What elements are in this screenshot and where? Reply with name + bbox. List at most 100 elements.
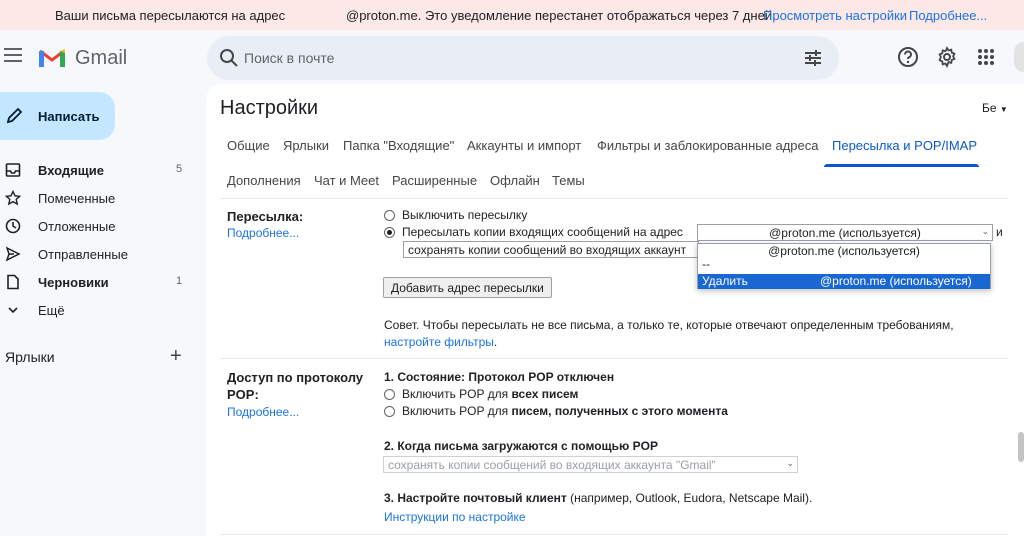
enable-pop-all-label: Включить POP для всех писем	[402, 387, 578, 401]
sidebar-item-inbox[interactable]: Входящие 5	[0, 158, 200, 182]
pop-client-line: 3. Настройте почтовый клиент (например, …	[384, 491, 812, 505]
caret-down-icon: ▼	[999, 105, 1008, 114]
pop-action-value: сохранять копии сообщений во входящих ак…	[388, 458, 716, 472]
sidebar-item-drafts[interactable]: Черновики 1	[0, 270, 200, 294]
active-tab-indicator	[824, 164, 979, 167]
banner-text-address: @proton.me. Это уведомление перестанет о…	[346, 8, 776, 23]
tab-general[interactable]: Общие	[227, 138, 270, 153]
pop-instructions-link[interactable]: Инструкции по настройке	[384, 510, 526, 524]
apps-grid-icon[interactable]	[975, 46, 997, 68]
sidebar-item-snoozed[interactable]: Отложенные	[0, 214, 200, 238]
account-avatar[interactable]	[1014, 42, 1024, 72]
search-bar[interactable]	[207, 36, 839, 80]
gmail-logo-text: Gmail	[75, 47, 128, 69]
tab-accounts-import[interactable]: Аккаунты и импорт	[467, 138, 581, 153]
tab-offline[interactable]: Офлайн	[490, 173, 540, 188]
add-label-button[interactable]: +	[170, 346, 182, 366]
sidebar-item-label: Ещё	[38, 303, 65, 318]
enable-forwarding-label: Пересылать копии входящих сообщений на а…	[402, 225, 683, 239]
forwarding-action-value: сохранять копии сообщений во входящих ак…	[408, 243, 687, 257]
pop-more-link[interactable]: Подробнее...	[227, 405, 299, 419]
settings-panel: Настройки Бе ▼ Общие Ярлыки Папка "Входя…	[206, 84, 1024, 536]
forwarding-section-label: Пересылка:	[227, 209, 304, 224]
create-filter-link[interactable]: настройте фильтры	[384, 335, 494, 349]
forwarding-action-select[interactable]: сохранять копии сообщений во входящих ак…	[403, 241, 699, 258]
chevron-down-icon: ⌄	[786, 458, 794, 468]
forwarding-notice-banner: Ваши письма пересылаются на адрес @proto…	[0, 0, 1024, 30]
tab-themes[interactable]: Темы	[552, 173, 585, 188]
main-menu-icon[interactable]	[4, 48, 22, 62]
tab-advanced[interactable]: Расширенные	[392, 173, 477, 188]
delete-address: @proton.me (используется)	[820, 274, 972, 288]
sidebar-item-label: Помеченные	[38, 191, 116, 206]
pop-now-prefix: Включить POP для	[402, 404, 509, 418]
search-input[interactable]	[244, 46, 784, 70]
search-options-icon[interactable]	[803, 48, 823, 68]
pop-all-bold: всех писем	[511, 387, 579, 401]
enable-forwarding-radio[interactable]	[384, 227, 395, 238]
search-icon[interactable]	[219, 48, 239, 68]
sidebar-item-label: Черновики	[38, 275, 109, 290]
banner-text: Ваши письма пересылаются на адрес	[55, 8, 286, 23]
tip-period: .	[493, 335, 498, 349]
compose-label: Написать	[38, 109, 100, 124]
pop-section-label-line2: POP:	[227, 387, 259, 402]
enable-pop-all-radio[interactable]	[384, 389, 395, 400]
dropdown-option-delete[interactable]: Удалить @proton.me (используется)	[698, 274, 990, 289]
sidebar-item-more[interactable]: Ещё	[0, 298, 200, 322]
forwarding-more-link[interactable]: Подробнее...	[227, 226, 299, 240]
tab-inbox[interactable]: Папка "Входящие"	[343, 138, 454, 153]
tab-chat-meet[interactable]: Чат и Meet	[314, 173, 379, 188]
settings-gear-icon[interactable]	[936, 46, 958, 68]
sidebar-item-sent[interactable]: Отправленные	[0, 242, 200, 266]
banner-more-link[interactable]: Подробнее...	[909, 8, 987, 23]
forwarding-tip-text: Совет. Чтобы пересылать не все письма, а…	[384, 318, 954, 332]
tab-filters-blocked[interactable]: Фильтры и заблокированные адреса	[597, 138, 818, 153]
banner-view-settings-link[interactable]: Просмотреть настройки	[763, 8, 907, 23]
disable-forwarding-radio[interactable]	[384, 210, 395, 221]
dropdown-option-address[interactable]: @proton.me (используется)	[698, 244, 990, 259]
enable-pop-now-label: Включить POP для писем, полученных с это…	[402, 404, 728, 418]
gmail-logo-icon[interactable]	[38, 46, 66, 68]
labels-header: Ярлыки	[5, 349, 55, 365]
delete-label: Удалить	[702, 274, 748, 288]
unread-count: 5	[176, 163, 183, 175]
tab-addons[interactable]: Дополнения	[227, 173, 301, 188]
sidebar-item-label: Отправленные	[38, 247, 128, 262]
sidebar-item-label: Входящие	[38, 163, 104, 178]
draft-count: 1	[176, 275, 183, 287]
input-language-selector[interactable]: Бе ▼	[982, 101, 1008, 115]
pop-action-select[interactable]: сохранять копии сообщений во входящих ак…	[383, 456, 798, 473]
page-scrollbar-thumb[interactable]	[1018, 432, 1024, 462]
pop-now-bold: писем, полученных с этого момента	[511, 404, 728, 418]
section-divider	[220, 534, 1008, 535]
section-divider	[220, 358, 1008, 359]
input-language-label: Бе	[982, 101, 997, 115]
pop-client-examples: (например, Outlook, Eudora, Netscape Mai…	[570, 491, 813, 505]
help-icon[interactable]	[897, 46, 919, 68]
forwarding-tip-line2: настройте фильтры.	[384, 335, 497, 349]
pop-client-title: 3. Настройте почтовый клиент	[384, 491, 567, 505]
pencil-icon	[6, 107, 23, 124]
top-header: Gmail	[0, 30, 1024, 84]
and-label: и	[996, 225, 1003, 239]
disable-forwarding-label: Выключить пересылку	[402, 208, 528, 222]
selected-forwarding-address: @proton.me (используется)	[769, 226, 921, 240]
sidebar-item-starred[interactable]: Помеченные	[0, 186, 200, 210]
add-forwarding-address-button[interactable]: Добавить адрес пересылки	[383, 277, 552, 298]
chevron-down-icon: ⌄	[981, 226, 989, 236]
tab-forwarding-pop-imap[interactable]: Пересылка и POP/IMAP	[832, 138, 977, 153]
pop-section-label-line1: Доступ по протоколу	[227, 370, 364, 385]
forwarding-address-dropdown[interactable]: @proton.me (используется) -- Удалить @pr…	[697, 243, 991, 289]
draft-file-icon	[7, 274, 19, 290]
send-icon	[5, 246, 21, 262]
enable-pop-now-radio[interactable]	[384, 406, 395, 417]
tab-labels[interactable]: Ярлыки	[283, 138, 329, 153]
compose-button[interactable]: Написать	[0, 92, 115, 140]
forwarding-address-select[interactable]: @proton.me (используется) ⌄	[697, 224, 993, 241]
star-icon	[5, 190, 21, 206]
sidebar-item-label: Отложенные	[38, 219, 116, 234]
pop-all-prefix: Включить POP для	[402, 387, 509, 401]
pop-when-title: 2. Когда письма загружаются с помощью PO…	[384, 439, 658, 453]
clock-icon	[5, 218, 21, 234]
